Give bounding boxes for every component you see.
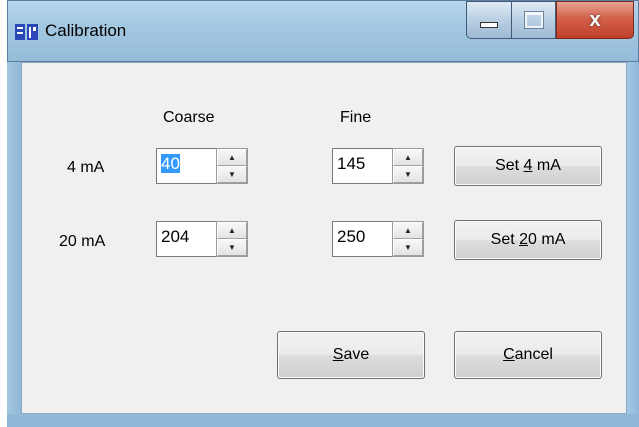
coarse-20ma-spin-buttons: ▲ ▼ xyxy=(216,221,248,257)
coarse-4ma-up-arrow-icon[interactable]: ▲ xyxy=(217,149,247,166)
coarse-header: Coarse xyxy=(163,109,215,126)
set-4ma-label-suffix: mA xyxy=(532,157,561,174)
coarse-20ma-value: 204 xyxy=(161,227,190,246)
set-4ma-label-prefix: Set xyxy=(495,157,524,174)
caption-buttons: x xyxy=(466,1,634,39)
fine-4ma-input[interactable]: 145 xyxy=(332,148,392,184)
close-icon: x xyxy=(589,8,601,31)
coarse-4ma-spinner: 40 ▲ ▼ xyxy=(156,148,248,184)
fine-4ma-spinner: 145 ▲ ▼ xyxy=(332,148,424,184)
maximize-button[interactable] xyxy=(511,1,556,39)
coarse-20ma-spinner: 204 ▲ ▼ xyxy=(156,221,248,257)
title-bar[interactable]: Calibration x xyxy=(7,0,639,62)
window-title: Calibration xyxy=(45,21,127,40)
coarse-20ma-up-arrow-icon[interactable]: ▲ xyxy=(217,222,247,239)
minimize-button[interactable] xyxy=(466,1,511,39)
save-button[interactable]: Save xyxy=(277,331,425,379)
fine-20ma-input[interactable]: 250 xyxy=(332,221,392,257)
window-frame-right xyxy=(627,62,639,427)
set-20ma-button[interactable]: Set 20 mA xyxy=(454,220,602,260)
cancel-label-rest: ancel xyxy=(514,346,553,363)
fine-20ma-up-arrow-icon[interactable]: ▲ xyxy=(393,222,423,239)
coarse-20ma-input[interactable]: 204 xyxy=(156,221,216,257)
coarse-4ma-value: 40 xyxy=(161,154,180,173)
dialog-client-area: Coarse Fine 4 mA 40 ▲ ▼ 145 ▲ ▼ Set 4 mA… xyxy=(21,62,627,414)
coarse-4ma-spin-buttons: ▲ ▼ xyxy=(216,148,248,184)
set-20ma-label-suffix: 0 mA xyxy=(528,231,566,248)
coarse-20ma-down-arrow-icon[interactable]: ▼ xyxy=(217,239,247,256)
save-label-mnemonic: S xyxy=(332,346,344,363)
fine-header: Fine xyxy=(340,109,372,126)
set-4ma-button[interactable]: Set 4 mA xyxy=(454,146,602,186)
cancel-button[interactable]: Cancel xyxy=(454,331,602,379)
coarse-4ma-down-arrow-icon[interactable]: ▼ xyxy=(217,166,247,183)
calibration-dialog: Calibration x Coarse Fine 4 mA 40 ▲ ▼ 14… xyxy=(7,0,639,427)
fine-20ma-down-arrow-icon[interactable]: ▼ xyxy=(393,239,423,256)
fine-20ma-spin-buttons: ▲ ▼ xyxy=(392,221,424,257)
save-label-rest: ave xyxy=(343,346,370,363)
fine-4ma-up-arrow-icon[interactable]: ▲ xyxy=(393,149,423,166)
fine-4ma-value: 145 xyxy=(337,154,366,173)
set-4ma-label-mnemonic: 4 xyxy=(523,157,533,174)
maximize-icon xyxy=(523,11,544,29)
minimize-icon xyxy=(480,22,498,28)
app-icon xyxy=(14,22,40,44)
fine-20ma-spinner: 250 ▲ ▼ xyxy=(332,221,424,257)
set-20ma-label-prefix: Set xyxy=(490,231,520,248)
row-label-20ma: 20 mA xyxy=(59,233,106,250)
cancel-label-mnemonic: C xyxy=(503,346,515,363)
fine-20ma-value: 250 xyxy=(337,227,366,246)
coarse-4ma-input[interactable]: 40 xyxy=(156,148,216,184)
window-frame-left xyxy=(7,62,21,427)
close-button[interactable]: x xyxy=(556,1,634,39)
window-frame-bottom xyxy=(7,414,639,427)
row-label-4ma: 4 mA xyxy=(67,159,105,176)
fine-4ma-spin-buttons: ▲ ▼ xyxy=(392,148,424,184)
fine-4ma-down-arrow-icon[interactable]: ▼ xyxy=(393,166,423,183)
set-20ma-label-mnemonic: 2 xyxy=(519,231,529,248)
